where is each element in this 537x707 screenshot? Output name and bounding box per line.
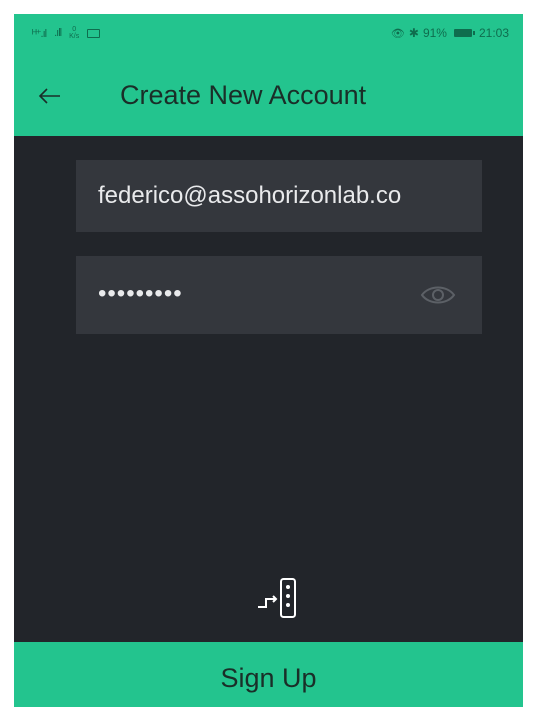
network-speed-value: 0 <box>72 26 77 33</box>
screen-cast-icon <box>87 28 101 38</box>
network-speed: 0 K/s <box>69 26 79 40</box>
network-speed-unit: K/s <box>69 33 80 40</box>
app-screen: ᴴ⁺.ıl .ıll 0 K/s 👁 ✱ 91% 21:03 Create Ne… <box>14 14 523 707</box>
page-title: Create New Account <box>120 80 367 110</box>
email-value: federico@assohorizonlab.co <box>98 182 402 209</box>
status-left: ᴴ⁺.ıl .ıll 0 K/s <box>32 26 101 40</box>
password-field[interactable]: ••••••••• <box>76 256 482 334</box>
status-bar: ᴴ⁺.ıl .ıll 0 K/s 👁 ✱ 91% 21:03 <box>14 14 523 56</box>
eye-comfort-icon: 👁 <box>390 27 405 40</box>
server-settings-icon[interactable] <box>254 569 304 623</box>
clock: 21:03 <box>478 26 509 40</box>
show-password-eye-icon[interactable] <box>420 282 456 308</box>
email-field[interactable]: federico@assohorizonlab.co <box>76 160 482 232</box>
battery-icon <box>453 29 475 37</box>
bluetooth-icon: ✱ <box>408 26 419 40</box>
password-value: ••••••••• <box>98 280 183 307</box>
sign-up-button[interactable]: Sign Up <box>14 642 523 707</box>
battery-percent: 91% <box>422 26 447 40</box>
app-header: Create New Account <box>14 56 523 136</box>
signal-icon-2: .ıll <box>54 27 62 39</box>
status-right: 👁 ✱ 91% 21:03 <box>391 26 509 40</box>
signal-icon: ᴴ⁺.ıl <box>32 27 47 40</box>
back-arrow-icon[interactable] <box>36 82 64 110</box>
